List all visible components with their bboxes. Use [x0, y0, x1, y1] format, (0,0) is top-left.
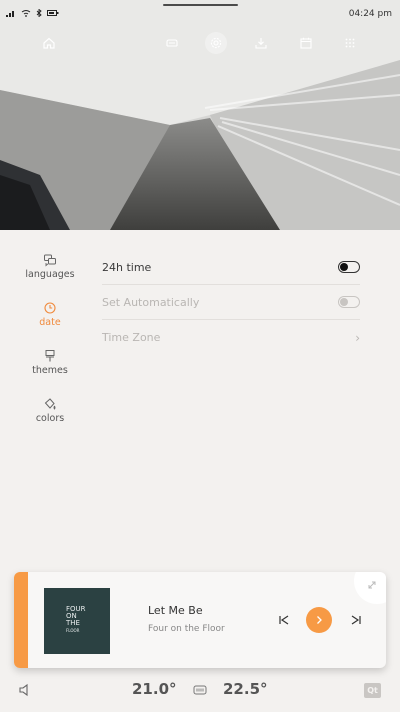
bluetooth-icon	[36, 9, 42, 17]
play-button[interactable]	[306, 607, 332, 633]
car-seat-icon[interactable]	[163, 34, 181, 52]
album-art-text: FOUR ON THE FLOOR	[66, 606, 86, 634]
toggle-24h-time[interactable]	[338, 261, 360, 273]
date-settings-panel: 24h time Set Automatically Time Zone ›	[102, 250, 360, 355]
download-icon[interactable]	[252, 34, 270, 52]
toggle-knob	[340, 298, 348, 306]
apps-grid-icon[interactable]	[341, 34, 359, 52]
left-temperature[interactable]: 21.0°	[132, 680, 177, 698]
track-artist: Four on the Floor	[148, 624, 225, 634]
setting-row-time-zone[interactable]: Time Zone ›	[102, 320, 360, 355]
sidebar-item-label: languages	[25, 269, 75, 280]
signal-icon	[6, 11, 14, 17]
album-art: FOUR ON THE FLOOR	[44, 588, 110, 654]
chevron-right-icon: ›	[355, 330, 360, 345]
volume-icon[interactable]	[18, 683, 32, 697]
setting-row-24h-time[interactable]: 24h time	[102, 250, 360, 285]
settings-icon[interactable]	[207, 34, 225, 52]
sidebar-item-label: themes	[32, 365, 68, 376]
setting-row-set-automatically[interactable]: Set Automatically	[102, 285, 360, 320]
palette-icon	[44, 398, 56, 410]
hero-background: 04:24 pm	[0, 0, 400, 230]
previous-track-button[interactable]	[276, 612, 292, 628]
battery-icon	[47, 10, 59, 16]
toggle-knob	[340, 263, 348, 271]
album-art-word: THE	[66, 619, 80, 627]
calendar-icon[interactable]	[297, 34, 315, 52]
sidebar-item-label: date	[39, 317, 61, 328]
expand-icon[interactable]	[366, 579, 378, 591]
brush-icon	[45, 350, 55, 362]
sidebar-item-themes[interactable]: themes	[18, 349, 82, 394]
climate-bar: 21.0° 22.5° Qt	[0, 676, 400, 706]
player-accent-bar	[14, 572, 28, 668]
setting-label: Set Automatically	[102, 295, 200, 309]
settings-sidebar: languages date themes colors	[18, 250, 82, 442]
skip-next-icon	[351, 615, 361, 625]
media-player-card: FOUR ON THE FLOOR Let Me Be Four on the …	[14, 572, 386, 668]
fan-icon[interactable]	[193, 684, 207, 696]
wifi-icon	[21, 10, 31, 17]
sidebar-item-label: colors	[35, 413, 65, 424]
track-title: Let Me Be	[148, 604, 203, 617]
next-track-button[interactable]	[348, 612, 364, 628]
clock-icon	[44, 302, 56, 314]
top-navigation	[0, 34, 400, 54]
notch-indicator	[163, 4, 238, 6]
album-art-word: FLOOR	[66, 628, 80, 633]
setting-label: Time Zone	[102, 331, 161, 344]
qt-logo: Qt	[364, 683, 381, 698]
sidebar-item-languages[interactable]: languages	[18, 253, 82, 298]
sidebar-item-colors[interactable]: colors	[18, 397, 82, 442]
clock-time: 04:24 pm	[348, 9, 392, 19]
status-icons	[6, 9, 59, 17]
home-icon[interactable]	[40, 34, 58, 52]
setting-label: 24h time	[102, 260, 152, 274]
skip-previous-icon	[279, 615, 289, 625]
status-bar: 04:24 pm	[0, 0, 400, 28]
toggle-set-automatically[interactable]	[338, 296, 360, 308]
play-chevron-icon	[317, 616, 322, 624]
languages-icon	[44, 254, 56, 267]
sidebar-item-date[interactable]: date	[18, 301, 82, 346]
right-temperature[interactable]: 22.5°	[223, 680, 268, 698]
